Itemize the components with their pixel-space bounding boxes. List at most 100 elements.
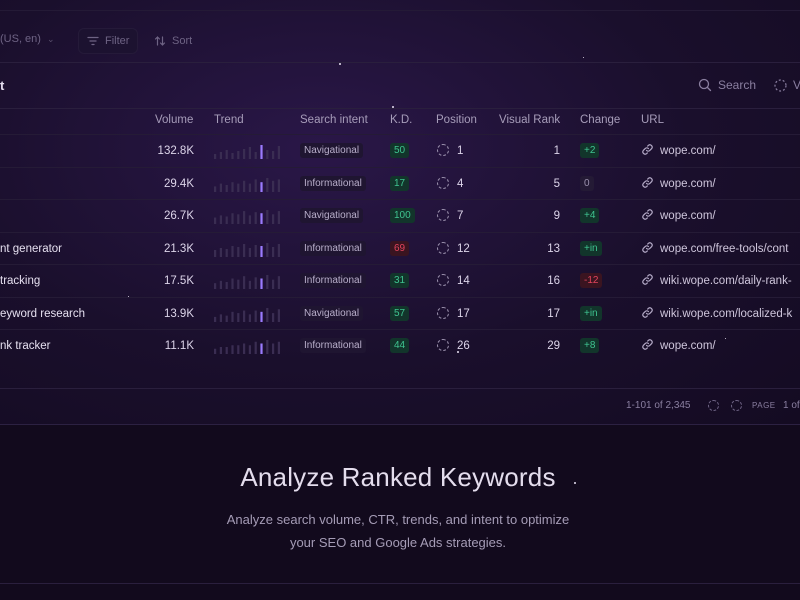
trend-bar bbox=[225, 150, 228, 159]
volume-cell: 13.9K bbox=[163, 307, 194, 320]
trend-bar bbox=[231, 181, 234, 192]
search-button[interactable]: Search bbox=[698, 78, 756, 92]
kd-badge: 69 bbox=[390, 240, 410, 256]
position-icon bbox=[437, 209, 449, 221]
kd-badge: 57 bbox=[390, 305, 410, 321]
url-link[interactable]: wope.com/ bbox=[660, 145, 716, 157]
url-link[interactable]: wope.com/ bbox=[660, 210, 716, 222]
trend-bar bbox=[272, 246, 275, 257]
view-button[interactable]: V bbox=[774, 78, 800, 92]
trend-bar bbox=[277, 243, 280, 257]
search-label: Search bbox=[718, 78, 757, 92]
col-position[interactable]: Position bbox=[436, 114, 477, 126]
search-icon bbox=[698, 78, 712, 92]
trend-bar bbox=[237, 183, 240, 192]
visual-rank-cell: 16 bbox=[547, 275, 560, 287]
filter-icon bbox=[87, 36, 99, 46]
url-link[interactable]: wope.com/ bbox=[660, 178, 716, 190]
next-page-icon[interactable] bbox=[731, 400, 742, 411]
url-link[interactable]: wope.com/ bbox=[660, 340, 716, 352]
intent-badge: Informational bbox=[300, 273, 366, 288]
trend-bar bbox=[237, 345, 240, 354]
table-row[interactable]: tracking 17.5K Informational 31 14 16 -12 wiki.… bbox=[0, 264, 800, 297]
filter-button[interactable]: Filter bbox=[78, 28, 139, 54]
trend-bar bbox=[219, 247, 222, 257]
link-icon bbox=[641, 143, 655, 157]
locale-select[interactable]: (US, en) ⌄ bbox=[0, 33, 55, 45]
col-intent[interactable]: Search intent bbox=[300, 114, 368, 126]
position-cell: 14 bbox=[457, 275, 470, 287]
url-link[interactable]: wope.com/free-tools/cont bbox=[660, 243, 788, 255]
table-row[interactable]: 132.8K Navigational 50 1 1 +2 wope.com/ bbox=[0, 134, 800, 167]
trend-bar bbox=[225, 347, 228, 354]
trend-bar bbox=[266, 307, 269, 322]
trend-bar bbox=[231, 278, 234, 289]
locale-label: (US, en) bbox=[0, 33, 41, 45]
table-row[interactable]: eyword research 13.9K Navigational 57 17 17 +i… bbox=[0, 296, 800, 330]
kd-badge: 50 bbox=[390, 143, 410, 158]
trend-bar bbox=[248, 280, 251, 289]
view-label: V bbox=[793, 78, 800, 92]
position-icon bbox=[437, 274, 449, 286]
kd-badge: 17 bbox=[390, 175, 410, 191]
bottom-divider bbox=[0, 583, 800, 584]
trend-bar bbox=[277, 211, 280, 224]
keyword-cell: tracking bbox=[0, 275, 41, 287]
volume-cell: 26.7K bbox=[163, 210, 194, 222]
trend-bar bbox=[260, 311, 263, 322]
intent-badge: Informational bbox=[300, 240, 366, 256]
trend-sparkline bbox=[214, 241, 284, 257]
trend-bar bbox=[243, 310, 246, 322]
trend-sparkline bbox=[214, 143, 284, 159]
visual-rank-cell: 29 bbox=[547, 340, 560, 352]
trend-bar bbox=[266, 177, 269, 192]
url-link[interactable]: wiki.wope.com/daily-rank- bbox=[660, 275, 792, 287]
volume-cell: 21.3K bbox=[163, 242, 194, 255]
trend-bar bbox=[219, 313, 222, 322]
sort-button[interactable]: Sort bbox=[146, 28, 200, 54]
col-volume[interactable]: Volume bbox=[155, 114, 193, 126]
url-link[interactable]: wiki.wope.com/localized-k bbox=[660, 308, 792, 320]
trend-bar bbox=[243, 343, 246, 354]
change-badge: +2 bbox=[580, 143, 600, 158]
trend-bar bbox=[266, 340, 269, 354]
col-visual-rank[interactable]: Visual Rank bbox=[499, 114, 560, 126]
trend-bar bbox=[248, 345, 251, 354]
trend-bar bbox=[248, 313, 251, 322]
trend-bar bbox=[219, 347, 222, 354]
trend-bar bbox=[254, 244, 257, 257]
table-tools: Search V bbox=[698, 78, 800, 92]
prev-page-icon[interactable] bbox=[708, 400, 719, 411]
change-badge: -12 bbox=[580, 273, 603, 288]
hero-subtitle-line: your SEO and Google Ads strategies. bbox=[289, 535, 507, 550]
top-divider bbox=[0, 10, 800, 11]
table-row[interactable]: nk tracker 11.1K Informational 44 26 29 +8 wope… bbox=[0, 329, 800, 362]
trend-bar bbox=[254, 178, 257, 192]
trend-bar bbox=[266, 150, 269, 159]
visual-rank-cell: 5 bbox=[553, 177, 560, 190]
trend-bar bbox=[277, 276, 280, 289]
trend-bar bbox=[243, 243, 246, 257]
trend-bar bbox=[254, 212, 257, 224]
col-change[interactable]: Change bbox=[580, 114, 620, 126]
link-icon bbox=[641, 306, 655, 320]
trend-bar bbox=[214, 217, 217, 224]
visual-rank-cell: 1 bbox=[553, 145, 560, 157]
col-kd[interactable]: K.D. bbox=[390, 114, 412, 126]
trend-sparkline bbox=[214, 338, 284, 354]
table-row[interactable]: 26.7K Navigational 100 7 9 +4 wope.com/ bbox=[0, 199, 800, 232]
trend-bar bbox=[243, 211, 246, 224]
trend-bar bbox=[260, 343, 263, 354]
trend-bar bbox=[260, 145, 263, 159]
divider bbox=[0, 388, 800, 389]
sparkle-dot bbox=[457, 351, 459, 353]
kd-badge: 100 bbox=[390, 208, 415, 223]
table-row[interactable]: nt generator 21.3K Informational 69 12 13 +in w… bbox=[0, 231, 800, 265]
hero-subtitle: Analyze search volume, CTR, trends, and … bbox=[0, 508, 796, 554]
trend-bar bbox=[237, 279, 240, 289]
sparkle-dot bbox=[392, 106, 394, 108]
col-trend[interactable]: Trend bbox=[214, 114, 244, 126]
col-url[interactable]: URL bbox=[641, 114, 664, 126]
table-row[interactable]: 29.4K Informational 17 4 5 0 wope.com/ bbox=[0, 166, 800, 200]
position-icon bbox=[437, 144, 449, 156]
